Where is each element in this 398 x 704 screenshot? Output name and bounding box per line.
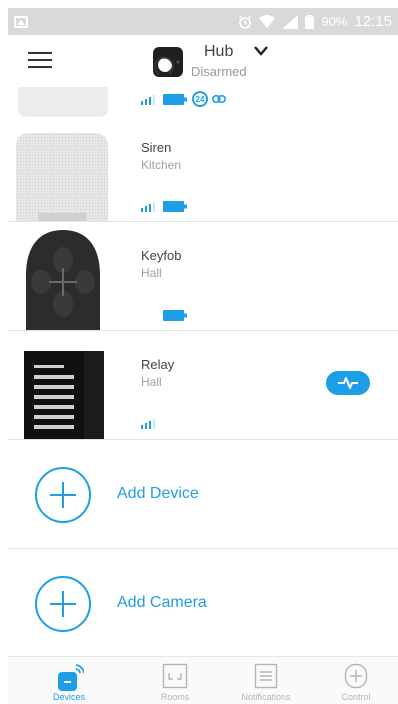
pulse-icon	[338, 377, 358, 389]
hub-icon[interactable]	[145, 47, 183, 83]
device-name: Relay	[141, 357, 175, 372]
devices-icon	[58, 664, 84, 691]
signal-icon	[141, 419, 155, 429]
badge-24-icon: 24	[192, 91, 208, 107]
device-row-keyfob[interactable]: Keyfob Hall	[8, 222, 398, 331]
battery-icon	[163, 201, 187, 212]
battery-icon	[305, 14, 315, 29]
add-camera-label: Add Camera	[117, 594, 207, 611]
device-name: Siren	[141, 140, 172, 155]
gallery-icon	[14, 15, 28, 28]
app-header: Hub Disarmed	[8, 35, 398, 87]
status-bar-right: 90% 12:15	[238, 13, 398, 30]
wifi-icon	[259, 15, 276, 28]
tab-label: Notifications	[241, 692, 291, 702]
bottom-nav: Devices Rooms Notifications Control	[8, 656, 398, 704]
battery-icon	[163, 310, 187, 321]
add-device-label: Add Device	[117, 485, 199, 502]
tab-control[interactable]: Control	[311, 657, 398, 704]
device-image	[18, 87, 108, 117]
tab-label: Devices	[52, 692, 85, 702]
device-room: Hall	[141, 266, 162, 280]
keyfob-image	[26, 230, 100, 330]
tab-devices[interactable]: Devices	[24, 657, 114, 704]
device-room: Kitchen	[141, 158, 182, 172]
battery-percent: 90%	[321, 14, 348, 29]
device-row-relay[interactable]: Relay Hall	[8, 331, 398, 440]
device-row[interactable]: 24	[8, 87, 398, 132]
hub-name[interactable]: Hub	[204, 43, 233, 61]
menu-icon	[28, 52, 52, 54]
relay-image	[24, 351, 104, 439]
chevron-down-icon[interactable]	[253, 45, 269, 57]
notifications-icon	[254, 663, 278, 689]
signal-icon	[141, 202, 155, 212]
tab-label: Control	[341, 692, 371, 702]
control-icon	[344, 663, 368, 689]
plus-circle-icon	[35, 576, 91, 632]
relay-pulse-button[interactable]	[326, 371, 370, 395]
signal-icon	[141, 95, 155, 105]
hub-status: Disarmed	[191, 64, 247, 79]
device-name: Keyfob	[141, 248, 182, 263]
device-room: Hall	[141, 375, 162, 389]
status-bar: 90% 12:15	[8, 8, 398, 35]
plus-circle-icon	[35, 467, 91, 523]
add-camera-button[interactable]: Add Camera	[8, 549, 398, 658]
menu-button[interactable]	[28, 52, 52, 70]
tab-notifications[interactable]: Notifications	[221, 657, 311, 704]
device-row-siren[interactable]: Siren Kitchen	[8, 131, 398, 222]
clock: 12:15	[354, 13, 392, 30]
tab-label: Rooms	[160, 692, 190, 702]
tab-rooms[interactable]: Rooms	[130, 657, 220, 704]
battery-icon	[163, 94, 187, 105]
alarm-icon	[239, 15, 252, 29]
siren-image	[16, 133, 108, 221]
cell-signal-icon	[282, 14, 299, 29]
link-icon	[212, 95, 226, 103]
rooms-icon	[162, 663, 188, 689]
add-device-button[interactable]: Add Device	[8, 440, 398, 549]
